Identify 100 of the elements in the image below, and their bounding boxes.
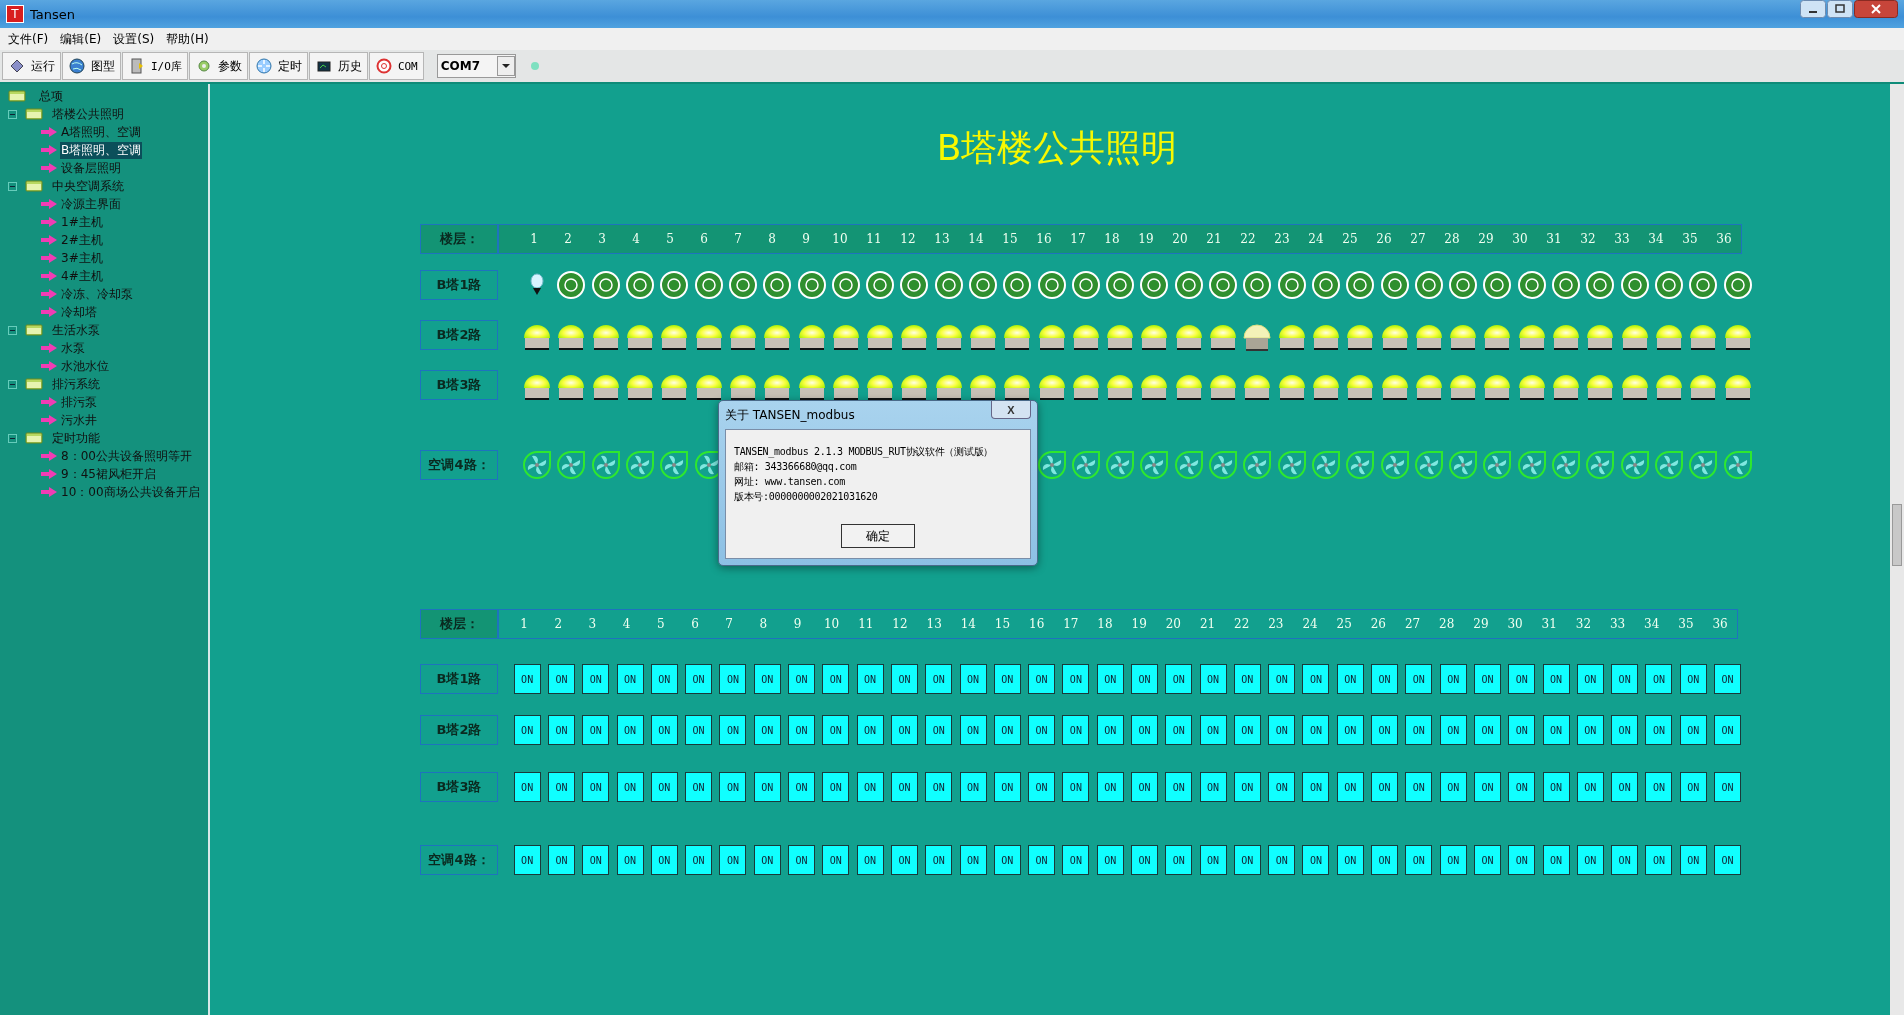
on-button[interactable]: ON — [685, 845, 713, 875]
on-button[interactable]: ON — [856, 715, 884, 745]
tree-item[interactable]: 冷冻、冷却泵 — [60, 285, 134, 303]
on-button[interactable]: ON — [650, 664, 678, 694]
tree-item[interactable]: B塔照明、空调 — [60, 141, 143, 159]
on-button[interactable]: ON — [685, 772, 713, 802]
on-button[interactable]: ON — [1268, 845, 1296, 875]
maximize-button[interactable] — [1827, 0, 1853, 18]
on-button[interactable]: ON — [719, 664, 747, 694]
tree-item[interactable]: A塔照明、空调 — [60, 123, 143, 141]
on-button[interactable]: ON — [1371, 772, 1399, 802]
on-button[interactable]: ON — [753, 845, 781, 875]
on-button[interactable]: ON — [788, 664, 815, 694]
com-button[interactable]: COM — [368, 52, 424, 80]
on-button[interactable]: ON — [1645, 664, 1673, 694]
on-button[interactable]: ON — [925, 772, 953, 802]
tree-item[interactable]: 1#主机 — [60, 213, 104, 231]
on-button[interactable]: ON — [1268, 772, 1296, 802]
on-button[interactable]: ON — [1645, 715, 1673, 745]
on-button[interactable]: ON — [1131, 664, 1158, 694]
on-button[interactable]: ON — [1268, 664, 1296, 694]
tree-item[interactable]: 塔楼公共照明 — [51, 105, 125, 123]
scrollbar-thumb[interactable] — [1892, 504, 1902, 566]
on-button[interactable]: ON — [1714, 772, 1742, 802]
on-button[interactable]: ON — [1576, 715, 1604, 745]
on-button[interactable]: ON — [890, 772, 918, 802]
on-button[interactable]: ON — [788, 715, 815, 745]
on-button[interactable]: ON — [1679, 845, 1707, 875]
tree-item[interactable]: 9：45裙风柜开启 — [60, 465, 157, 483]
tree-item[interactable]: 8：00公共设备照明等开 — [60, 447, 193, 465]
on-button[interactable]: ON — [616, 772, 644, 802]
tree-item[interactable]: 定时功能 — [51, 429, 101, 447]
on-button[interactable]: ON — [719, 845, 747, 875]
on-button[interactable]: ON — [1576, 772, 1604, 802]
on-button[interactable]: ON — [1336, 772, 1364, 802]
on-button[interactable]: ON — [1165, 664, 1193, 694]
tree-item[interactable]: 设备层照明 — [60, 159, 122, 177]
scrollbar[interactable] — [1890, 84, 1904, 1015]
collapse-icon[interactable] — [8, 433, 17, 443]
on-button[interactable]: ON — [1611, 715, 1639, 745]
on-button[interactable]: ON — [753, 664, 781, 694]
on-button[interactable]: ON — [1233, 845, 1261, 875]
toolbar-button[interactable]: 图型 — [62, 52, 121, 80]
tree-item[interactable]: 冷源主界面 — [60, 195, 122, 213]
on-button[interactable]: ON — [1542, 715, 1570, 745]
caret-icon[interactable] — [496, 56, 515, 76]
toolbar-button[interactable]: 运行 — [2, 52, 61, 80]
on-button[interactable]: ON — [1302, 664, 1330, 694]
on-button[interactable]: ON — [822, 772, 850, 802]
on-button[interactable]: ON — [1405, 715, 1433, 745]
on-button[interactable]: ON — [1371, 664, 1399, 694]
on-button[interactable]: ON — [685, 664, 713, 694]
on-button[interactable]: ON — [1371, 845, 1399, 875]
on-button[interactable]: ON — [1473, 715, 1501, 745]
on-button[interactable]: ON — [547, 845, 575, 875]
on-button[interactable]: ON — [1131, 845, 1158, 875]
on-button[interactable]: ON — [616, 715, 644, 745]
on-button[interactable]: ON — [1302, 715, 1330, 745]
on-button[interactable]: ON — [959, 664, 987, 694]
close-button[interactable]: X — [991, 401, 1031, 419]
on-button[interactable]: ON — [993, 772, 1021, 802]
on-button[interactable]: ON — [1062, 664, 1090, 694]
on-button[interactable]: ON — [1131, 715, 1158, 745]
tree-item[interactable]: 水池水位 — [60, 357, 110, 375]
on-button[interactable]: ON — [547, 715, 575, 745]
on-button[interactable]: ON — [890, 715, 918, 745]
on-button[interactable]: ON — [513, 845, 541, 875]
on-button[interactable]: ON — [513, 715, 541, 745]
toolbar-button[interactable]: 参数 — [188, 52, 248, 80]
on-button[interactable]: ON — [1611, 664, 1639, 694]
on-button[interactable]: ON — [1096, 845, 1124, 875]
on-button[interactable]: ON — [993, 715, 1021, 745]
on-button[interactable]: ON — [1714, 845, 1742, 875]
menu-item[interactable]: 帮助(H) — [162, 30, 217, 48]
tree-item[interactable]: 10：00商场公共设备开启 — [60, 483, 201, 501]
on-button[interactable]: ON — [1542, 845, 1570, 875]
on-button[interactable]: ON — [1199, 715, 1227, 745]
on-button[interactable]: ON — [1679, 772, 1707, 802]
toolbar-button[interactable]: 定时 — [248, 52, 308, 80]
on-button[interactable]: ON — [788, 845, 815, 875]
on-button[interactable]: ON — [1371, 715, 1399, 745]
on-button[interactable]: ON — [890, 845, 918, 875]
on-button[interactable]: ON — [822, 845, 850, 875]
on-button[interactable]: ON — [1645, 772, 1673, 802]
collapse-icon[interactable] — [8, 379, 17, 389]
minimize-button[interactable] — [1800, 0, 1826, 18]
on-button[interactable]: ON — [513, 664, 541, 694]
on-button[interactable]: ON — [1233, 664, 1261, 694]
on-button[interactable]: ON — [1062, 715, 1090, 745]
on-button[interactable]: ON — [1233, 772, 1261, 802]
on-button[interactable]: ON — [925, 664, 953, 694]
tree-item[interactable]: 2#主机 — [60, 231, 104, 249]
on-button[interactable]: ON — [1473, 845, 1501, 875]
on-button[interactable]: ON — [582, 772, 610, 802]
on-button[interactable]: ON — [1336, 664, 1364, 694]
on-button[interactable]: ON — [1096, 715, 1124, 745]
on-button[interactable]: ON — [1576, 664, 1604, 694]
on-button[interactable]: ON — [1233, 715, 1261, 745]
ok-button[interactable]: 确定 — [841, 524, 915, 548]
on-button[interactable]: ON — [1508, 845, 1536, 875]
